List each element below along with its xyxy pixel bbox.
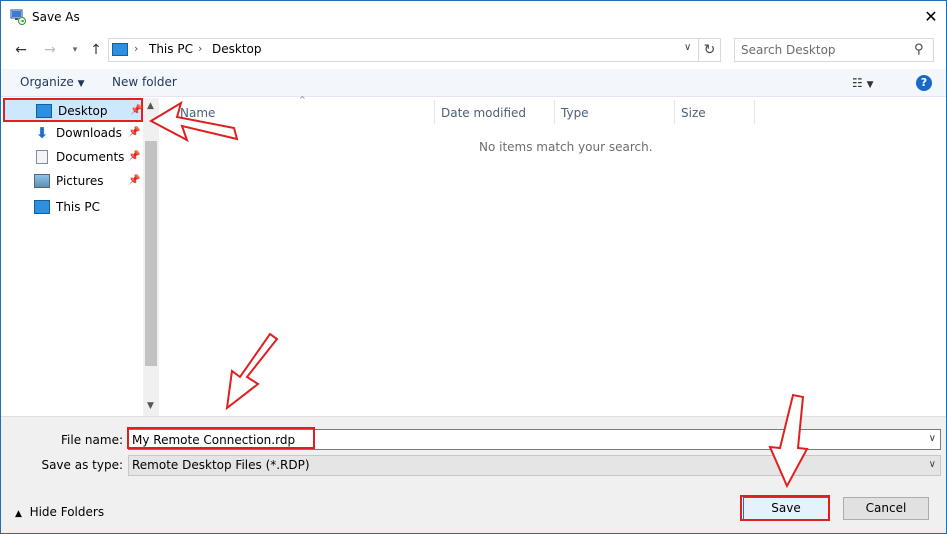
save-as-dialog: Save As ✕ ← → ▾ ↑ › This PC › Desktop ∨ … — [0, 0, 947, 534]
chevron-down-icon[interactable]: ∨ — [929, 459, 936, 470]
sidebar-item-pictures[interactable]: Pictures 📌 — [3, 170, 143, 194]
sidebar-item-label: Downloads — [56, 126, 122, 140]
sidebar-item-desktop[interactable]: Desktop 📌 — [3, 98, 143, 122]
up-arrow-icon[interactable]: ↑ — [85, 39, 107, 61]
address-bar[interactable]: › This PC › Desktop ∨ — [108, 38, 699, 62]
pictures-icon — [34, 174, 50, 188]
downloads-icon: ⬇ — [35, 124, 49, 142]
dialog-title: Save As — [32, 10, 80, 24]
scroll-up-icon[interactable]: ▲ — [147, 101, 154, 111]
sidebar-item-documents[interactable]: Documents 📌 — [3, 146, 143, 170]
sidebar-item-label: Documents — [56, 150, 125, 164]
address-dropdown-chevron-icon[interactable]: ∨ — [684, 42, 691, 53]
scroll-down-icon[interactable]: ▼ — [147, 401, 154, 411]
new-folder-button[interactable]: New folder — [112, 75, 177, 89]
organize-button[interactable]: Organize ▼ — [20, 75, 85, 89]
save-as-type-select[interactable]: Remote Desktop Files (*.RDP) ∨ — [128, 455, 941, 476]
this-pc-icon — [112, 43, 128, 56]
breadcrumb-separator: › — [134, 42, 139, 55]
navigation-scrollbar[interactable]: ▲ ▼ — [143, 98, 159, 416]
sort-ascending-icon: ^ — [299, 95, 306, 104]
file-name-label: File name: — [61, 433, 123, 447]
refresh-icon[interactable]: ↻ — [699, 38, 721, 62]
pin-icon[interactable]: 📌 — [130, 105, 142, 116]
save-button-highlight-box — [740, 495, 830, 521]
sidebar-item-label: Desktop — [58, 104, 108, 118]
remote-desktop-app-icon — [10, 9, 26, 25]
column-divider[interactable] — [434, 100, 435, 124]
recent-locations-chevron-icon[interactable]: ▾ — [64, 39, 86, 61]
column-header-size[interactable]: Size — [681, 106, 706, 120]
close-icon[interactable]: ✕ — [919, 6, 943, 28]
breadcrumb-desktop[interactable]: Desktop — [212, 42, 262, 56]
this-pc-icon — [34, 200, 50, 214]
hide-folders-button[interactable]: ▲ Hide Folders — [15, 505, 104, 519]
file-list: ^ Name Date modified Type Size No items … — [160, 95, 946, 416]
column-divider[interactable] — [674, 100, 675, 124]
sidebar-item-downloads[interactable]: ⬇ Downloads 📌 — [3, 122, 143, 146]
file-name-highlight-box — [127, 427, 315, 449]
search-box[interactable]: ⚲ — [734, 38, 934, 62]
back-arrow-icon[interactable]: ← — [10, 39, 32, 61]
search-icon[interactable]: ⚲ — [914, 42, 924, 57]
forward-arrow-icon[interactable]: → — [39, 39, 61, 61]
chevron-down-icon[interactable]: ∨ — [929, 433, 936, 444]
scrollbar-thumb[interactable] — [145, 141, 157, 366]
column-divider[interactable] — [554, 100, 555, 124]
sidebar-item-label: Pictures — [56, 174, 104, 188]
sidebar-item-this-pc[interactable]: This PC — [3, 196, 143, 220]
chevron-up-icon: ▲ — [15, 509, 22, 519]
save-as-type-value: Remote Desktop Files (*.RDP) — [132, 458, 310, 472]
column-header-type[interactable]: Type — [561, 106, 589, 120]
search-input[interactable] — [741, 42, 909, 58]
navigation-pane: Desktop 📌 ⬇ Downloads 📌 Documents 📌 Pict… — [1, 98, 159, 416]
organize-label: Organize — [20, 75, 74, 89]
documents-icon — [36, 150, 48, 164]
breadcrumb-separator: › — [198, 42, 203, 55]
cancel-button[interactable]: Cancel — [843, 497, 929, 520]
help-icon[interactable]: ? — [916, 75, 932, 91]
breadcrumb-this-pc[interactable]: This PC — [149, 42, 193, 56]
column-header-name[interactable]: Name — [180, 106, 215, 120]
command-bar: Organize ▼ New folder ☷ ▼ ? — [1, 69, 946, 97]
column-header-date-modified[interactable]: Date modified — [441, 106, 526, 120]
pin-icon[interactable]: 📌 — [128, 127, 140, 138]
sidebar-item-label: This PC — [56, 200, 100, 214]
title-bar: Save As ✕ — [1, 1, 946, 33]
pin-icon[interactable]: 📌 — [128, 175, 140, 186]
save-as-type-label: Save as type: — [41, 458, 123, 472]
pin-icon[interactable]: 📌 — [128, 151, 140, 162]
hide-folders-label: Hide Folders — [29, 505, 105, 519]
view-options-icon[interactable]: ☷ ▼ — [852, 76, 874, 90]
column-divider[interactable] — [754, 100, 755, 124]
chevron-down-icon: ▼ — [77, 79, 85, 89]
desktop-icon — [36, 104, 52, 118]
empty-list-message: No items match your search. — [479, 140, 653, 154]
